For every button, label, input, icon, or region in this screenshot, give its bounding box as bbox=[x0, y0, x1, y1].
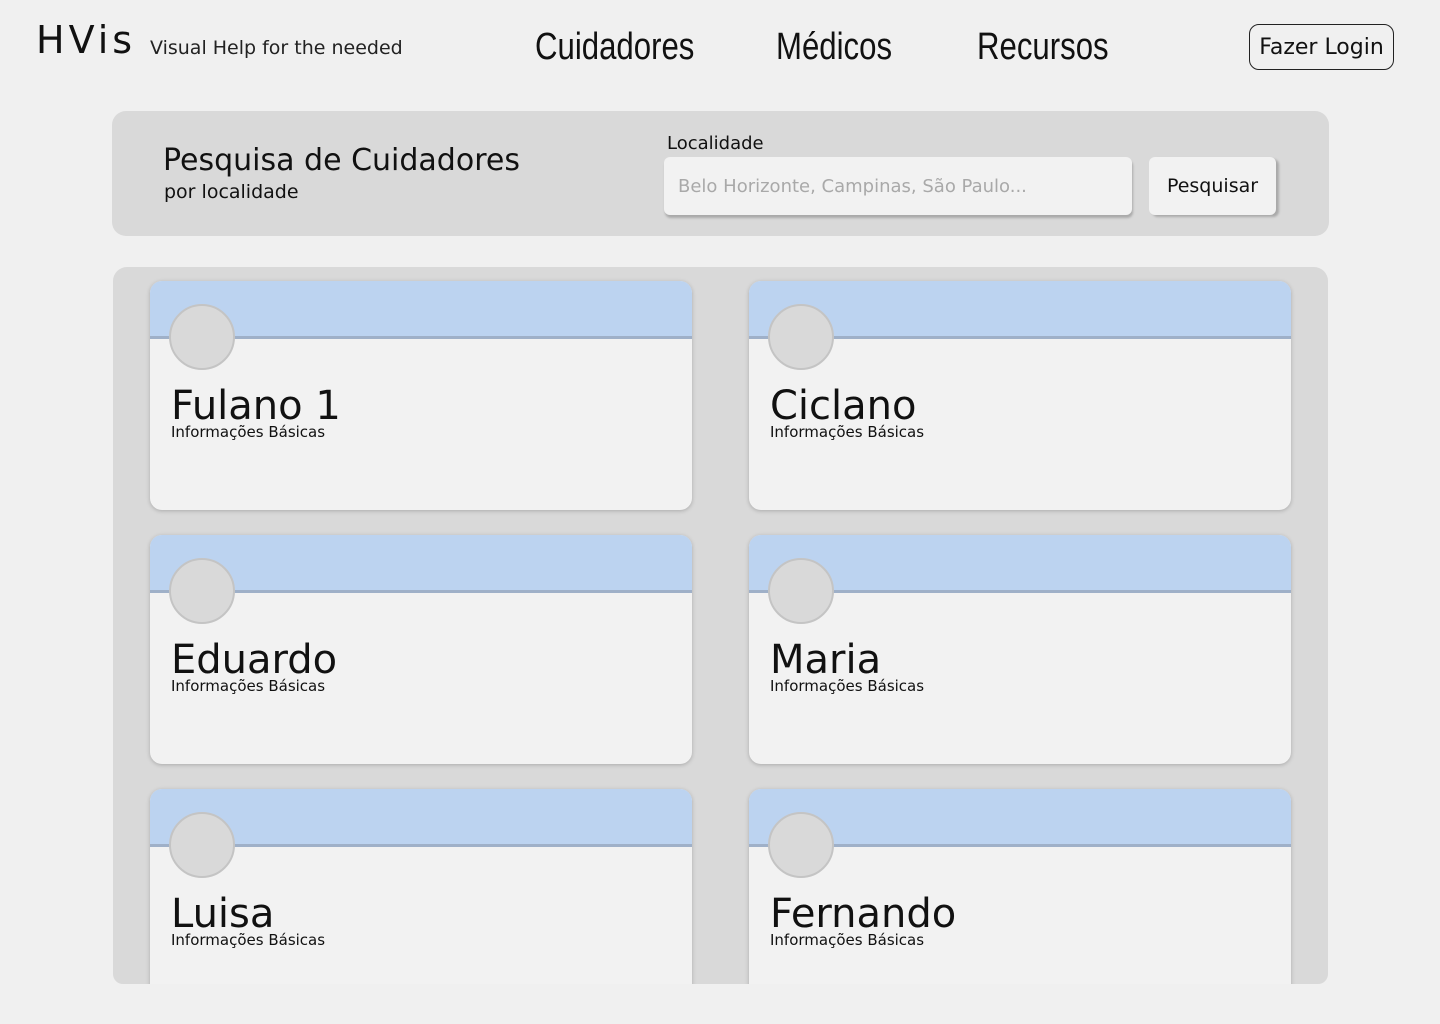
caregiver-card[interactable]: Fernando Informações Básicas bbox=[749, 789, 1291, 984]
search-title: Pesquisa de Cuidadores bbox=[163, 143, 520, 178]
brand-logo[interactable]: HVis bbox=[36, 18, 136, 62]
caregiver-card[interactable]: Maria Informações Básicas bbox=[749, 535, 1291, 764]
brand-tagline: Visual Help for the needed bbox=[150, 37, 403, 59]
caregiver-card[interactable]: Fulano 1 Informações Básicas bbox=[150, 281, 692, 510]
search-panel: Pesquisa de Cuidadores por localidade Lo… bbox=[112, 111, 1329, 236]
results-grid: Fulano 1 Informações Básicas Ciclano Inf… bbox=[113, 267, 1328, 984]
avatar bbox=[768, 304, 834, 370]
caregiver-info: Informações Básicas bbox=[770, 677, 925, 695]
location-label: Localidade bbox=[667, 133, 764, 154]
login-button[interactable]: Fazer Login bbox=[1249, 24, 1394, 70]
search-button[interactable]: Pesquisar bbox=[1149, 157, 1276, 215]
avatar bbox=[169, 812, 235, 878]
caregiver-info: Informações Básicas bbox=[171, 931, 326, 949]
avatar bbox=[768, 558, 834, 624]
nav-link-recursos[interactable]: Recursos bbox=[977, 26, 1109, 69]
caregiver-card[interactable]: Luisa Informações Básicas bbox=[150, 789, 692, 984]
caregiver-info: Informações Básicas bbox=[770, 423, 925, 441]
caregiver-card[interactable]: Ciclano Informações Básicas bbox=[749, 281, 1291, 510]
top-navbar: HVis Visual Help for the needed Cuidador… bbox=[0, 0, 1440, 96]
nav-link-cuidadores[interactable]: Cuidadores bbox=[535, 26, 694, 69]
location-input[interactable] bbox=[664, 157, 1132, 215]
avatar bbox=[768, 812, 834, 878]
search-subtitle: por localidade bbox=[164, 181, 299, 203]
avatar bbox=[169, 558, 235, 624]
caregiver-info: Informações Básicas bbox=[770, 931, 925, 949]
caregiver-info: Informações Básicas bbox=[171, 677, 326, 695]
nav-link-medicos[interactable]: Médicos bbox=[776, 26, 892, 69]
caregiver-card[interactable]: Eduardo Informações Básicas bbox=[150, 535, 692, 764]
caregiver-info: Informações Básicas bbox=[171, 423, 326, 441]
avatar bbox=[169, 304, 235, 370]
